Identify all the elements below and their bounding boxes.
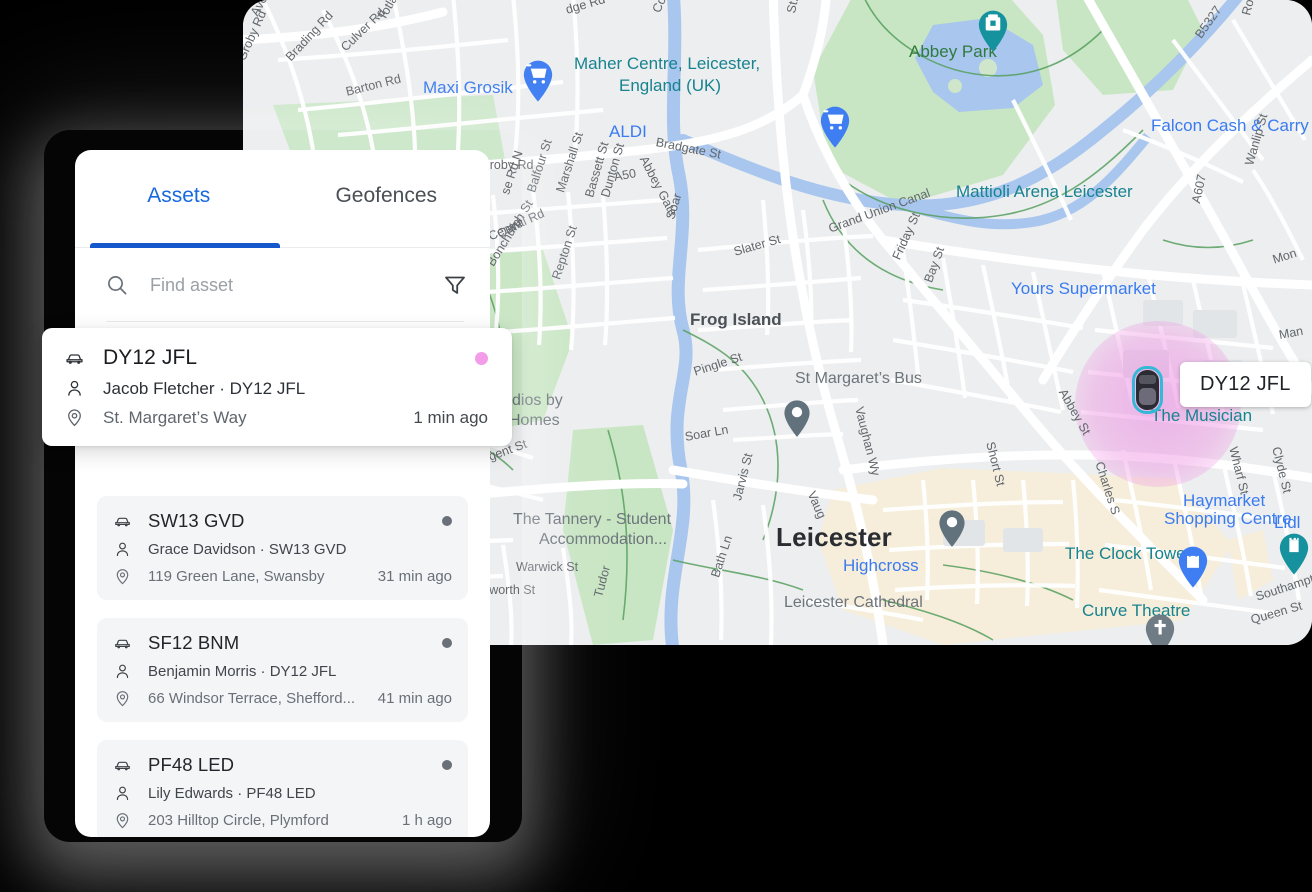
tab-assets[interactable]: Assets [75, 184, 283, 208]
asset-ago: 31 min ago [377, 568, 452, 585]
search-input[interactable] [150, 274, 442, 296]
car-icon [64, 348, 85, 369]
asset-driver-row: Benjamin Morris · DY12 JFL [113, 662, 452, 681]
asset-ago: 41 min ago [377, 690, 452, 707]
car-icon [113, 512, 132, 531]
selected-asset-address: St. Margaret’s Way [103, 407, 247, 427]
asset-driver-row: Grace Davidson · SW13 GVD [113, 540, 452, 559]
asset-ago: 1 h ago [401, 812, 452, 829]
asset-driver-row: Lily Edwards · PF48 LED [113, 784, 452, 803]
asset-address: 66 Windsor Terrace, Shefford... [148, 690, 356, 707]
aldi-pin[interactable] [818, 104, 852, 149]
selected-asset-card[interactable]: DY12 JFL Jacob Fletcher · DY12 JFL St. M… [42, 328, 512, 446]
asset-title-row: PF48 LED [113, 754, 452, 776]
location-pin-icon [113, 567, 132, 586]
asset-plate: PF48 LED [148, 754, 235, 775]
location-pin-icon [113, 689, 132, 708]
filter-icon[interactable] [442, 272, 468, 298]
studios-pin[interactable] [782, 398, 816, 443]
asset-driver: Benjamin Morris · DY12 JFL [148, 663, 337, 680]
search-row[interactable] [75, 248, 490, 322]
selected-asset-location-row: St. Margaret’s Way 1 min ago [64, 407, 488, 428]
panel-tabs[interactable]: Assets Geofences [75, 150, 490, 248]
asset-title-row: SW13 GVD [113, 510, 452, 532]
asset-address: 203 Hilltop Circle, Plymford [148, 812, 329, 829]
selected-asset-driver: Jacob Fletcher · DY12 JFL [103, 378, 306, 398]
vehicle-tooltip: DY12 JFL [1180, 362, 1311, 407]
selected-asset-ago: 1 min ago [413, 407, 488, 427]
selected-asset-plate: DY12 JFL [103, 346, 198, 369]
car-icon [113, 756, 132, 775]
asset-card[interactable]: SF12 BNM Benjamin Morris · DY12 JFL 66 W… [97, 618, 468, 722]
asset-location-row: 66 Windsor Terrace, Shefford... 41 min a… [113, 689, 452, 708]
asset-status-dot [442, 638, 452, 648]
person-icon [113, 784, 132, 803]
location-pin-icon [113, 811, 132, 830]
cathedral-pin[interactable] [1143, 612, 1177, 645]
asset-location-row: 203 Hilltop Circle, Plymford 1 h ago [113, 811, 452, 830]
tab-geofences[interactable]: Geofences [283, 184, 491, 208]
person-icon [113, 540, 132, 559]
highcross-pin[interactable] [1176, 544, 1210, 589]
search-icon [106, 274, 128, 296]
tannery-pin[interactable] [937, 508, 971, 553]
asset-title-row: SF12 BNM [113, 632, 452, 654]
asset-location-row: 119 Green Lane, Swansby 31 min ago [113, 567, 452, 586]
tab-geofences-label: Geofences [335, 184, 438, 207]
asset-status-dot [442, 760, 452, 770]
selected-asset-title-row: DY12 JFL [64, 346, 488, 370]
clock-tower-pin[interactable] [1277, 531, 1311, 576]
location-pin-icon [64, 407, 85, 428]
selected-asset-driver-row: Jacob Fletcher · DY12 JFL [64, 378, 488, 399]
maxi-grosik-pin[interactable] [521, 58, 555, 103]
asset-address: 119 Green Lane, Swansby [148, 568, 325, 585]
asset-side-panel[interactable]: Assets Geofences SW1 [75, 150, 490, 837]
search-divider [106, 321, 464, 322]
vehicle-marker-icon[interactable] [1132, 366, 1163, 414]
asset-driver: Grace Davidson · SW13 GVD [148, 541, 347, 558]
asset-status-dot [442, 516, 452, 526]
asset-card[interactable]: PF48 LED Lily Edwards · PF48 LED 203 Hil… [97, 740, 468, 837]
tab-assets-label: Assets [147, 184, 211, 207]
asset-plate: SF12 BNM [148, 632, 240, 653]
selected-asset-status-dot [475, 351, 488, 365]
screenshot-root: Maxi Grosik Maher Centre, Leicester, Engla… [0, 0, 1312, 892]
asset-card[interactable]: SW13 GVD Grace Davidson · SW13 GVD 119 G… [97, 496, 468, 600]
car-icon [113, 634, 132, 653]
maher-centre-pin[interactable] [976, 8, 1010, 53]
person-icon [113, 662, 132, 681]
person-icon [64, 378, 85, 399]
asset-driver: Lily Edwards · PF48 LED [148, 785, 316, 802]
asset-plate: SW13 GVD [148, 510, 245, 531]
